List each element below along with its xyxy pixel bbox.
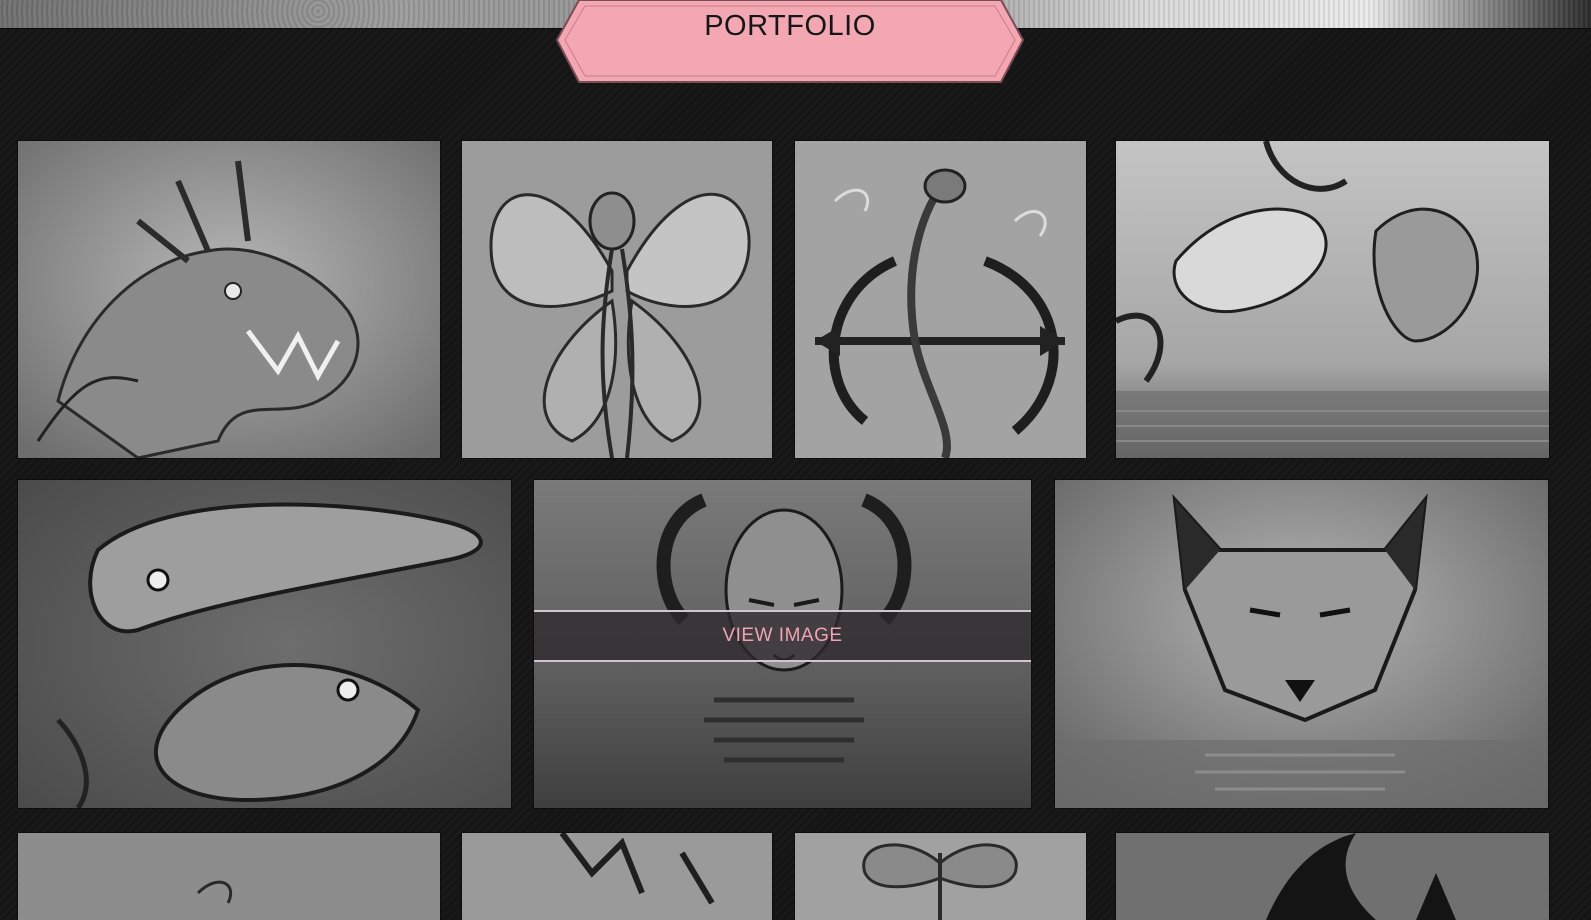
gallery-item-partial-1[interactable] — [18, 833, 440, 920]
view-image-overlay[interactable]: VIEW IMAGE — [534, 610, 1031, 662]
gallery-item-koi-fish-yin-yang[interactable] — [18, 480, 511, 808]
koi-fish-pair-tattoo-image — [1116, 141, 1549, 458]
koi-fish-yin-yang-tattoo-image — [18, 480, 511, 808]
wolf-tattoo-image — [1055, 480, 1548, 808]
dragon-tattoo-image — [18, 141, 440, 458]
butterfly-tattoo-image — [795, 833, 1086, 920]
fairy-tattoo-image — [462, 141, 772, 458]
gallery-item-butterfly[interactable] — [795, 833, 1086, 920]
gallery-item-dragon[interactable] — [18, 141, 440, 458]
gallery-item-pisces-mermaid[interactable] — [795, 141, 1086, 458]
pisces-mermaid-tattoo-image — [795, 141, 1086, 458]
partial-tattoo-image-2 — [462, 833, 772, 920]
view-image-label: VIEW IMAGE — [722, 625, 843, 646]
tribal-swirl-tattoo-image — [1116, 833, 1549, 920]
gallery-item-wolf[interactable] — [1055, 480, 1548, 808]
gallery-item-partial-2[interactable] — [462, 833, 772, 920]
section-title: PORTFOLIO — [704, 10, 876, 42]
gallery-item-koi-fish-pair[interactable] — [1116, 141, 1549, 458]
portfolio-title-ribbon: PORTFOLIO — [555, 0, 1025, 84]
gallery-item-fairy[interactable] — [462, 141, 772, 458]
gallery-item-bald-face-reflection[interactable]: VIEW IMAGE — [534, 480, 1031, 808]
gallery-item-tribal-swirl[interactable] — [1116, 833, 1549, 920]
partial-tattoo-image-1 — [18, 833, 440, 920]
